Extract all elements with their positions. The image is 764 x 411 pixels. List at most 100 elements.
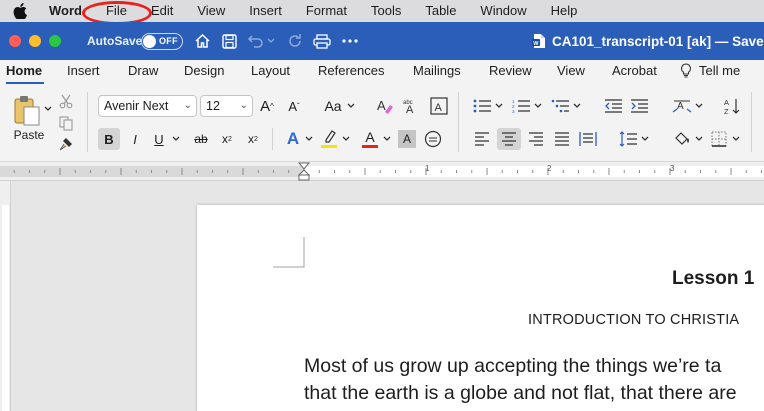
horizontal-ruler[interactable]: 1 2 3 — [0, 162, 764, 181]
font-size-select[interactable]: 12 ⌄ — [200, 95, 253, 117]
tab-home[interactable]: Home — [6, 63, 42, 78]
highlight-color-icon[interactable] — [318, 128, 340, 150]
distributed-align-icon[interactable] — [577, 128, 599, 150]
italic-button[interactable]: I — [124, 128, 146, 150]
apple-menu-icon[interactable] — [13, 3, 29, 19]
font-name-select[interactable]: Avenir Next ⌄ — [98, 95, 197, 117]
bullets-chevron-icon[interactable] — [494, 101, 504, 111]
menu-view[interactable]: View — [185, 0, 237, 22]
tab-view[interactable]: View — [557, 63, 585, 78]
minimize-window-button[interactable] — [29, 35, 41, 47]
menu-help[interactable]: Help — [539, 0, 590, 22]
highlight-chevron-icon[interactable] — [341, 134, 351, 144]
sort-button[interactable]: AZ — [721, 96, 743, 116]
bullets-icon[interactable] — [471, 96, 493, 116]
menu-app-name[interactable]: Word — [47, 0, 94, 22]
tab-insert[interactable]: Insert — [67, 63, 100, 78]
tab-acrobat[interactable]: Acrobat — [612, 63, 657, 78]
shading-paint-bucket-icon[interactable] — [672, 128, 694, 150]
menu-tools[interactable]: Tools — [359, 0, 413, 22]
tab-draw[interactable]: Draw — [128, 63, 158, 78]
autosave-toggle[interactable]: OFF — [141, 33, 183, 50]
multilevel-chevron-icon[interactable] — [572, 101, 582, 111]
clear-formatting-icon[interactable]: A — [374, 96, 396, 116]
font-color-label: A — [365, 129, 375, 145]
svg-text:A: A — [435, 102, 443, 114]
underline-button[interactable]: U — [148, 128, 170, 150]
borders-chevron-icon[interactable] — [731, 134, 741, 144]
cut-icon[interactable] — [58, 93, 74, 109]
ribbon-tabs: Home Insert Draw Design Layout Reference… — [0, 60, 764, 84]
decrease-indent-icon[interactable] — [602, 96, 624, 116]
menu-file[interactable]: File — [94, 0, 139, 22]
copy-icon[interactable] — [58, 115, 74, 131]
ruler-number-3: 3 — [670, 164, 675, 173]
change-case-button[interactable]: Aa — [320, 96, 346, 116]
superscript-button[interactable]: x2 — [242, 128, 264, 150]
subscript-button[interactable]: x2 — [216, 128, 238, 150]
vertical-ruler-margin — [2, 205, 9, 411]
borders-icon[interactable] — [708, 128, 730, 150]
body-text-line[interactable]: that the earth is a globe and not flat, … — [304, 382, 737, 405]
enclose-characters-icon[interactable]: A — [428, 96, 450, 116]
vertical-ruler[interactable] — [0, 181, 11, 411]
menu-table[interactable]: Table — [413, 0, 468, 22]
align-right-icon[interactable] — [525, 128, 547, 150]
text-direction-icon[interactable]: A — [670, 96, 694, 116]
numbering-chevron-icon[interactable] — [533, 101, 543, 111]
text-effects-chevron-icon[interactable] — [304, 134, 314, 144]
menu-window[interactable]: Window — [468, 0, 538, 22]
font-color-button[interactable]: A — [359, 128, 381, 150]
increase-indent-icon[interactable] — [628, 96, 650, 116]
redo-icon[interactable] — [285, 31, 305, 51]
document-page[interactable]: Lesson 1 INTRODUCTION TO CHRISTIA Most o… — [197, 205, 764, 411]
align-left-icon[interactable] — [471, 128, 493, 150]
lesson-title[interactable]: Lesson 1 — [672, 268, 754, 290]
phonetic-guide-icon[interactable]: abc A — [401, 96, 423, 116]
bold-button[interactable]: B — [98, 128, 120, 150]
line-spacing-chevron-icon[interactable] — [640, 134, 650, 144]
undo-icon[interactable] — [246, 31, 266, 51]
tab-design[interactable]: Design — [184, 63, 224, 78]
indent-marker-icon[interactable] — [297, 162, 311, 184]
ribbon-separator — [751, 92, 752, 152]
more-options-icon[interactable] — [340, 31, 360, 51]
tab-layout[interactable]: Layout — [251, 63, 290, 78]
strikethrough-button[interactable]: ab — [190, 128, 212, 150]
menu-edit[interactable]: Edit — [139, 0, 185, 22]
font-color-chevron-icon[interactable] — [382, 134, 392, 144]
justify-icon[interactable] — [551, 128, 573, 150]
undo-dropdown-icon[interactable] — [265, 31, 277, 51]
tab-references[interactable]: References — [318, 63, 384, 78]
lesson-subtitle[interactable]: INTRODUCTION TO CHRISTIA — [528, 312, 739, 328]
enclose-character-circle-icon[interactable] — [422, 128, 444, 150]
body-text-line[interactable]: Most of us grow up accepting the things … — [304, 355, 721, 378]
shrink-font-button[interactable]: Aˇ — [283, 96, 305, 116]
underline-chevron-icon[interactable] — [171, 134, 181, 144]
close-window-button[interactable] — [9, 35, 21, 47]
align-center-icon[interactable] — [497, 128, 521, 150]
save-icon[interactable] — [219, 31, 239, 51]
paste-clipboard-icon[interactable] — [10, 94, 44, 128]
format-painter-icon[interactable] — [57, 135, 75, 153]
text-effects-button[interactable]: A — [282, 128, 304, 150]
text-direction-chevron-icon[interactable] — [694, 101, 704, 111]
line-spacing-icon[interactable] — [617, 128, 639, 150]
menu-format[interactable]: Format — [294, 0, 359, 22]
ribbon-separator — [272, 128, 273, 150]
change-case-chevron-icon[interactable] — [346, 101, 356, 111]
multilevel-list-icon[interactable] — [549, 96, 571, 116]
svg-text:A: A — [724, 98, 729, 107]
tab-review[interactable]: Review — [489, 63, 532, 78]
numbering-icon[interactable]: 123 — [510, 96, 532, 116]
menu-insert[interactable]: Insert — [237, 0, 294, 22]
home-icon[interactable] — [192, 31, 212, 51]
shading-chevron-icon[interactable] — [694, 134, 704, 144]
paste-options-chevron-icon[interactable] — [43, 104, 53, 114]
character-shading-button[interactable]: A — [398, 130, 416, 148]
print-icon[interactable] — [312, 31, 332, 51]
tell-me-search[interactable]: Tell me — [680, 63, 740, 78]
grow-font-button[interactable]: A ^ — [256, 96, 278, 116]
tab-mailings[interactable]: Mailings — [413, 63, 461, 78]
zoom-window-button[interactable] — [49, 35, 61, 47]
